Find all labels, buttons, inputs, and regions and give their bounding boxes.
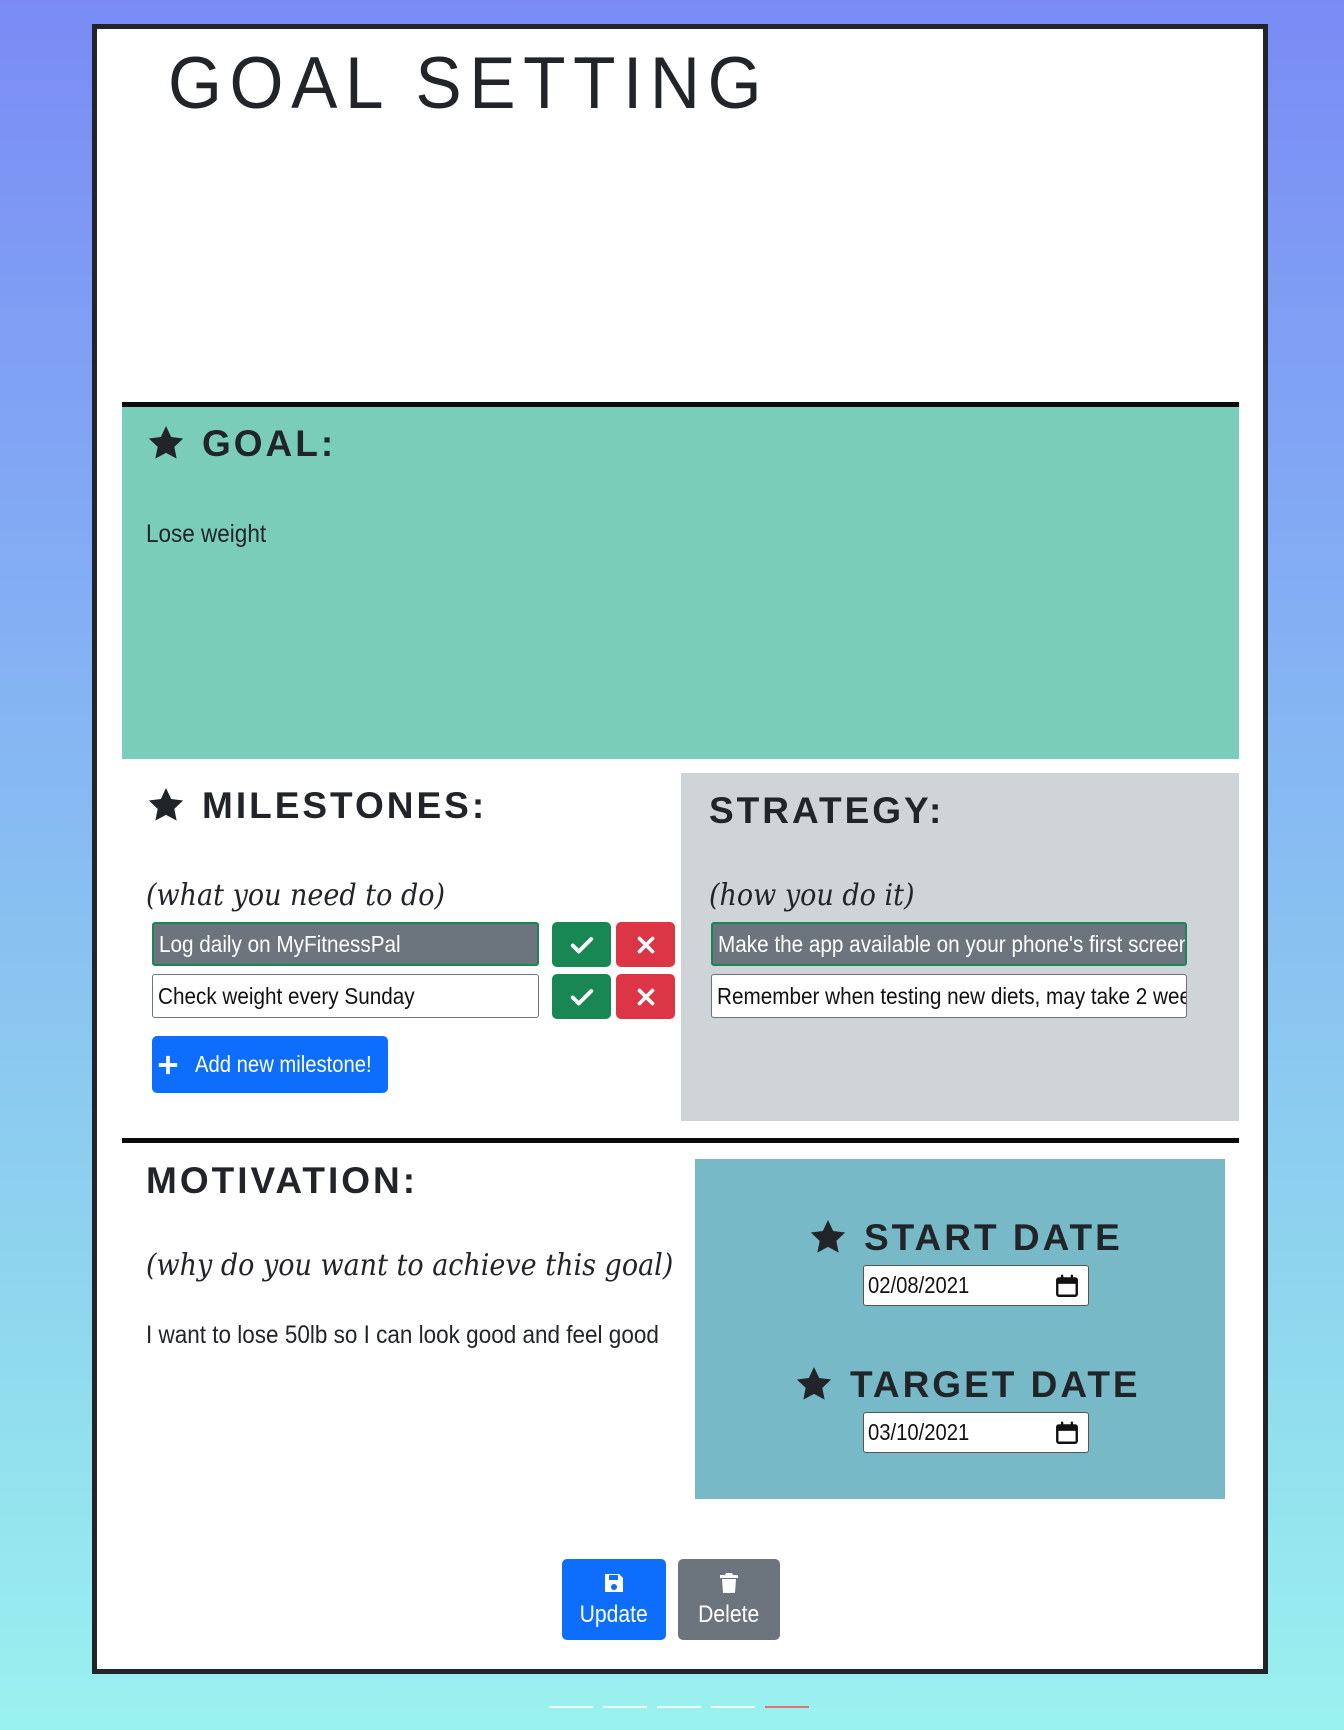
check-icon bbox=[570, 988, 593, 1005]
save-icon bbox=[605, 1573, 623, 1592]
divider bbox=[122, 1138, 1239, 1143]
target-date-label: TARGET DATE bbox=[850, 1363, 1141, 1405]
goal-card: GOAL SETTING GOAL: Lose weight MILESTONE… bbox=[92, 24, 1268, 1674]
motivation-subtitle: (why do you want to achieve this goal) bbox=[146, 1248, 674, 1283]
strategy-heading: STRATEGY: bbox=[709, 790, 945, 831]
delete-button[interactable]: Delete bbox=[678, 1559, 780, 1640]
goal-heading: GOAL: bbox=[146, 423, 336, 463]
carousel-indicator[interactable] bbox=[549, 1706, 593, 1708]
start-date-input[interactable]: 02/08/2021 bbox=[863, 1265, 1089, 1306]
remove-milestone-button[interactable] bbox=[616, 922, 675, 967]
strategy-subtitle: (how you do it) bbox=[709, 878, 915, 913]
milestones-subtitle: (what you need to do) bbox=[146, 878, 446, 913]
check-icon bbox=[570, 936, 593, 953]
motivation-text: I want to lose 50lb so I can look good a… bbox=[146, 1321, 659, 1349]
add-milestone-button[interactable]: Add new milestone! bbox=[152, 1036, 388, 1093]
star-icon bbox=[810, 1220, 846, 1253]
start-date-heading: START DATE bbox=[808, 1217, 1123, 1257]
calendar-icon[interactable] bbox=[1054, 1273, 1080, 1299]
strategy-input[interactable]: Remember when testing new diets, may tak… bbox=[711, 974, 1187, 1018]
milestones-heading: MILESTONES: bbox=[146, 785, 487, 825]
delete-label: Delete bbox=[698, 1600, 760, 1628]
target-date-heading: TARGET DATE bbox=[794, 1364, 1141, 1404]
milestones-heading-label: MILESTONES: bbox=[202, 784, 488, 826]
carousel-indicators bbox=[549, 1706, 809, 1708]
goal-text: Lose weight bbox=[146, 520, 267, 548]
trash-icon bbox=[720, 1572, 738, 1593]
star-icon bbox=[148, 788, 184, 821]
carousel-indicator[interactable] bbox=[711, 1706, 755, 1708]
milestone-input[interactable]: Log daily on MyFitnessPal bbox=[152, 922, 539, 966]
update-label: Update bbox=[579, 1600, 649, 1628]
strategy-input[interactable]: Make the app available on your phone's f… bbox=[711, 922, 1187, 966]
add-milestone-label: Add new milestone! bbox=[194, 1051, 372, 1077]
complete-milestone-button[interactable] bbox=[552, 974, 611, 1019]
star-icon bbox=[148, 426, 184, 459]
page-title: GOAL SETTING bbox=[168, 43, 770, 124]
star-icon bbox=[796, 1367, 832, 1400]
target-date-input[interactable]: 03/10/2021 bbox=[863, 1412, 1089, 1453]
carousel-indicator[interactable] bbox=[603, 1706, 647, 1708]
plus-icon bbox=[158, 1055, 177, 1074]
milestone-input[interactable]: Check weight every Sunday bbox=[152, 974, 539, 1018]
motivation-heading: MOTIVATION: bbox=[146, 1160, 419, 1201]
update-button[interactable]: Update bbox=[562, 1559, 666, 1640]
start-date-label: START DATE bbox=[864, 1216, 1123, 1258]
carousel-indicator[interactable] bbox=[657, 1706, 701, 1708]
goal-heading-label: GOAL: bbox=[202, 422, 337, 464]
complete-milestone-button[interactable] bbox=[552, 922, 611, 967]
close-icon bbox=[637, 988, 654, 1005]
carousel-indicator-active[interactable] bbox=[765, 1706, 809, 1708]
calendar-icon[interactable] bbox=[1054, 1420, 1080, 1446]
close-icon bbox=[637, 936, 654, 953]
remove-milestone-button[interactable] bbox=[616, 974, 675, 1019]
